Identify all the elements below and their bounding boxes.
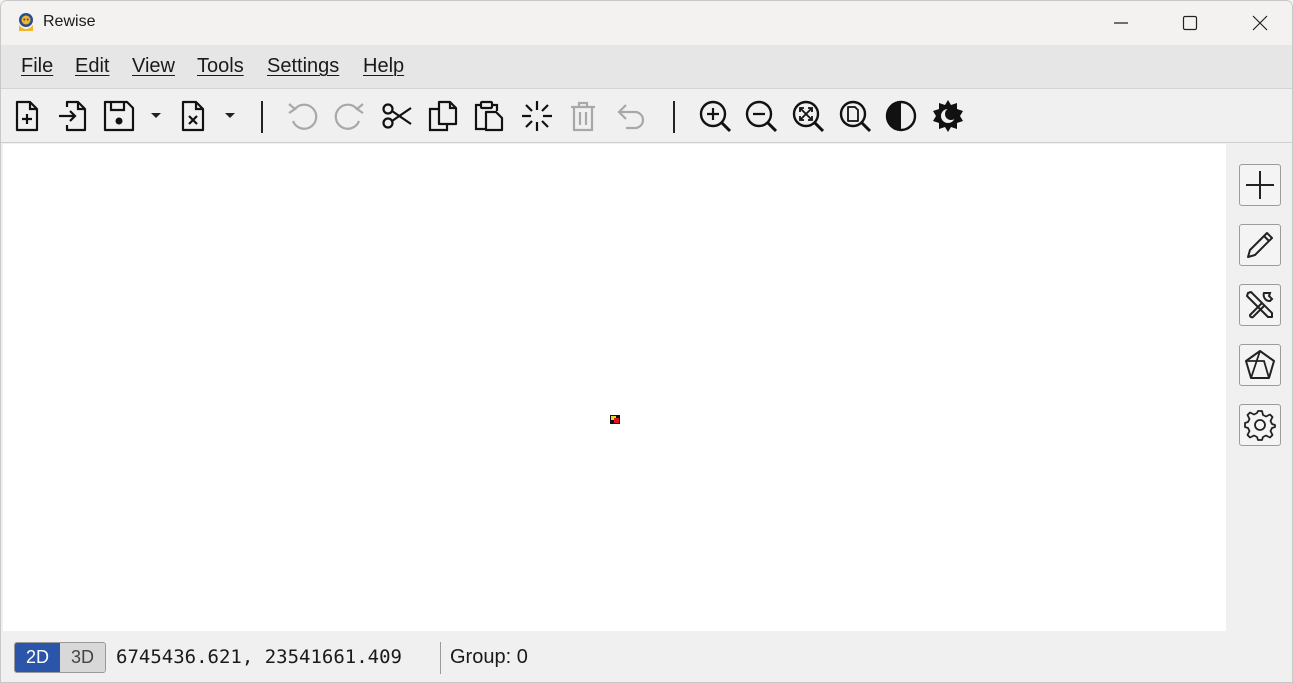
undo-icon: [288, 103, 318, 130]
toolbar: [1, 89, 1292, 143]
menu-settings[interactable]: Settings: [267, 55, 339, 78]
close-file-icon: [181, 100, 205, 132]
tools-button[interactable]: [1239, 284, 1281, 326]
zoom-out-icon: [745, 100, 778, 133]
copy-button[interactable]: [423, 95, 463, 137]
close-button[interactable]: [1226, 1, 1292, 45]
zoom-fit-button[interactable]: [788, 95, 828, 137]
polygon-icon: [1245, 350, 1275, 379]
tools-icon: [1246, 291, 1274, 319]
zoom-in-button[interactable]: [695, 95, 735, 137]
close-file-button[interactable]: [172, 95, 212, 137]
undo-button[interactable]: [283, 95, 323, 137]
zoom-fit-icon: [792, 100, 825, 133]
app-window: Rewise File Edit View Tools Settings Hel…: [0, 0, 1293, 683]
status-separator: [440, 642, 441, 674]
menu-edit[interactable]: Edit: [75, 55, 109, 78]
cut-button[interactable]: [377, 95, 417, 137]
new-file-button[interactable]: [6, 95, 46, 137]
coordinates-readout: 6745436.621, 23541661.409: [116, 646, 402, 668]
import-button[interactable]: [53, 95, 93, 137]
close-file-dropdown-icon[interactable]: [222, 107, 238, 123]
theme-button[interactable]: [928, 95, 968, 137]
contrast-button[interactable]: [881, 95, 921, 137]
zoom-page-button[interactable]: [835, 95, 875, 137]
menu-help[interactable]: Help: [363, 55, 404, 78]
import-icon: [59, 100, 87, 132]
zoom-page-icon: [839, 100, 872, 133]
title-bar: Rewise: [1, 1, 1292, 45]
drawing-canvas[interactable]: [3, 144, 1226, 631]
theme-icon: [933, 100, 963, 132]
zoom-out-button[interactable]: [741, 95, 781, 137]
menu-file[interactable]: File: [21, 55, 53, 78]
edit-tool-button[interactable]: [1239, 224, 1281, 266]
add-icon: [1246, 171, 1274, 199]
paste-button[interactable]: [469, 95, 509, 137]
minimize-icon: [1114, 22, 1128, 24]
side-tool-panel: [1226, 144, 1292, 682]
view-mode-toggle: 2D 3D: [14, 642, 106, 673]
redo-icon: [334, 103, 364, 130]
redo-button[interactable]: [329, 95, 369, 137]
save-dropdown-icon[interactable]: [148, 107, 164, 123]
mode-2d-button[interactable]: 2D: [15, 643, 60, 672]
toolbar-separator: [673, 101, 675, 133]
save-icon: [103, 100, 135, 132]
edit-pencil-icon: [1247, 232, 1273, 258]
app-logo-icon: [19, 13, 33, 31]
select-icon: [522, 101, 552, 131]
menu-tools[interactable]: Tools: [197, 55, 244, 78]
group-indicator: Group: 0: [450, 646, 528, 668]
settings-gear-icon: [1244, 410, 1276, 441]
menu-view[interactable]: View: [132, 55, 175, 78]
contrast-icon: [885, 100, 917, 132]
select-button[interactable]: [517, 95, 557, 137]
minimize-button[interactable]: [1087, 1, 1155, 45]
polygon-tool-button[interactable]: [1239, 344, 1281, 386]
delete-icon: [571, 101, 595, 132]
revert-icon: [617, 104, 645, 130]
map-marker-icon[interactable]: [610, 415, 620, 424]
settings-tool-button[interactable]: [1239, 404, 1281, 446]
toolbar-separator: [261, 101, 263, 133]
window-title: Rewise: [43, 13, 96, 30]
status-bar: 2D 3D 6745436.621, 23541661.409 Group: 0: [3, 631, 1226, 682]
zoom-in-icon: [699, 100, 732, 133]
new-file-icon: [15, 100, 39, 132]
maximize-button[interactable]: [1156, 1, 1224, 45]
mode-3d-button[interactable]: 3D: [60, 643, 105, 672]
delete-button[interactable]: [563, 95, 603, 137]
menu-bar: File Edit View Tools Settings Help: [1, 45, 1292, 89]
save-button[interactable]: [99, 95, 139, 137]
add-tool-button[interactable]: [1239, 164, 1281, 206]
revert-button[interactable]: [611, 95, 651, 137]
maximize-icon: [1182, 15, 1198, 31]
paste-icon: [474, 100, 504, 132]
copy-icon: [428, 100, 458, 132]
close-icon: [1252, 15, 1268, 31]
cut-icon: [382, 103, 412, 129]
